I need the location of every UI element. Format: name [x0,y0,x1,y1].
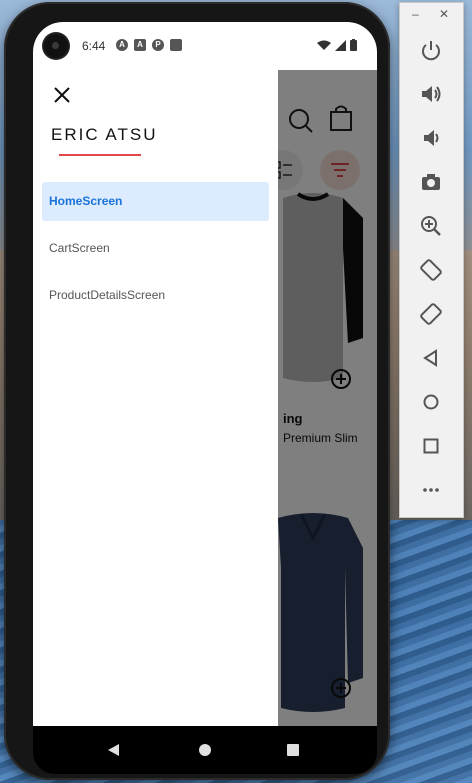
overview-icon [423,438,439,454]
volume-up-button[interactable] [416,79,446,109]
more-icon [423,488,439,492]
user-name: ERIC ATSU [51,125,158,144]
phone-screen: 6:44 A A P ERIC ATSU HomeScreen CartScre… [33,22,377,774]
notification-icon-2: A [134,39,146,51]
zoom-button[interactable] [416,211,446,241]
drawer-item-home[interactable]: HomeScreen [42,182,269,221]
rotate-right-icon [420,303,442,325]
emulator-toolbar: ‒ ✕ [399,2,464,518]
rotate-right-button[interactable] [416,299,446,329]
nav-back-icon[interactable] [108,744,119,756]
back-icon [423,349,437,367]
zoom-in-icon [421,216,441,236]
camera-icon [422,174,440,190]
nav-recents-icon[interactable] [287,744,299,756]
status-right [317,39,357,51]
wifi-icon [317,40,331,50]
emu-home-button[interactable] [416,387,446,417]
notification-icon-3: P [152,39,164,51]
close-window-icon[interactable]: ✕ [439,7,449,21]
emu-back-button[interactable] [416,343,446,373]
rotate-left-button[interactable] [416,255,446,285]
notification-icon-1: A [116,39,128,51]
power-button[interactable] [416,35,446,65]
phone-frame: 6:44 A A P ERIC ATSU HomeScreen CartScre… [4,2,390,780]
close-icon[interactable] [49,82,75,108]
nav-home-icon[interactable] [199,744,211,756]
notification-icons: A A P [116,39,182,51]
sd-card-icon [170,39,182,51]
minimize-icon[interactable]: ‒ [412,7,419,21]
status-time: 6:44 [82,39,106,53]
emu-more-button[interactable] [416,475,446,505]
volume-down-icon [424,130,439,146]
volume-up-icon [422,86,441,102]
home-icon [423,394,439,410]
rotate-left-icon [420,259,442,281]
emu-overview-button[interactable] [416,431,446,461]
power-icon [422,41,440,61]
drawer-item-product-details[interactable]: ProductDetailsScreen [42,276,269,315]
emulator-titlebar: ‒ ✕ [400,3,463,27]
name-underline [59,154,141,156]
battery-icon [350,39,357,51]
screenshot-button[interactable] [416,167,446,197]
status-bar: 6:44 A A P [33,22,377,70]
android-nav-bar [33,726,377,774]
drawer-menu: HomeScreen CartScreen ProductDetailsScre… [42,182,269,323]
drawer-item-cart[interactable]: CartScreen [42,229,269,268]
volume-down-button[interactable] [416,123,446,153]
signal-icon [335,39,346,51]
front-camera-icon [44,34,68,58]
navigation-drawer: ERIC ATSU HomeScreen CartScreen ProductD… [33,70,278,726]
